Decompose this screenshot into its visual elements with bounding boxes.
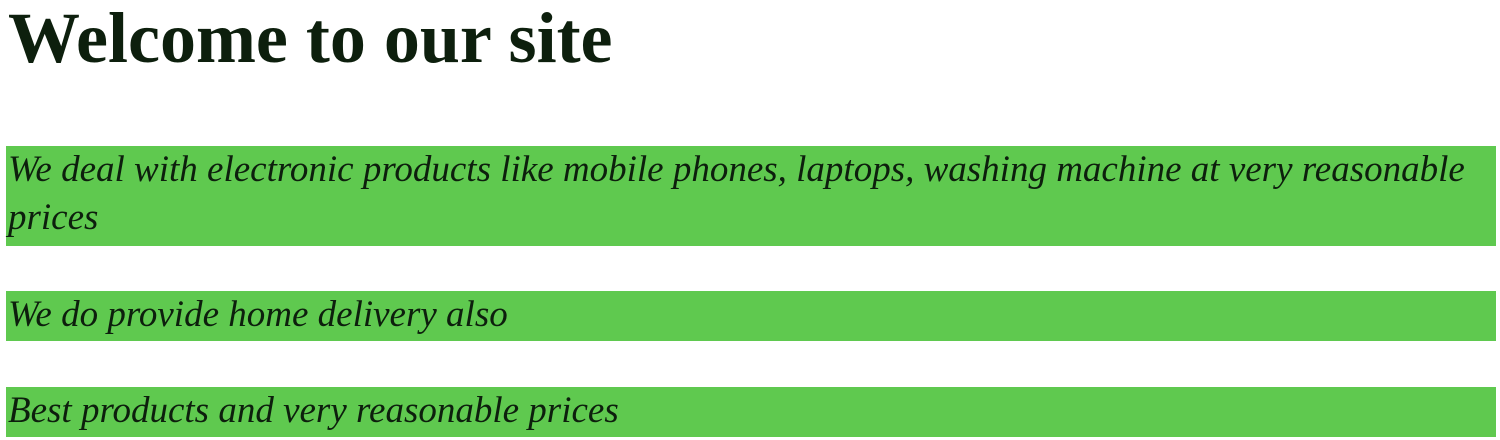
- paragraph-delivery: We do provide home delivery also: [6, 291, 1496, 341]
- paragraph-prices: Best products and very reasonable prices: [6, 387, 1496, 437]
- paragraph-products: We deal with electronic products like mo…: [6, 146, 1496, 246]
- page-title: Welcome to our site: [8, 0, 613, 78]
- web-page: Welcome to our site We deal with electro…: [0, 0, 1500, 440]
